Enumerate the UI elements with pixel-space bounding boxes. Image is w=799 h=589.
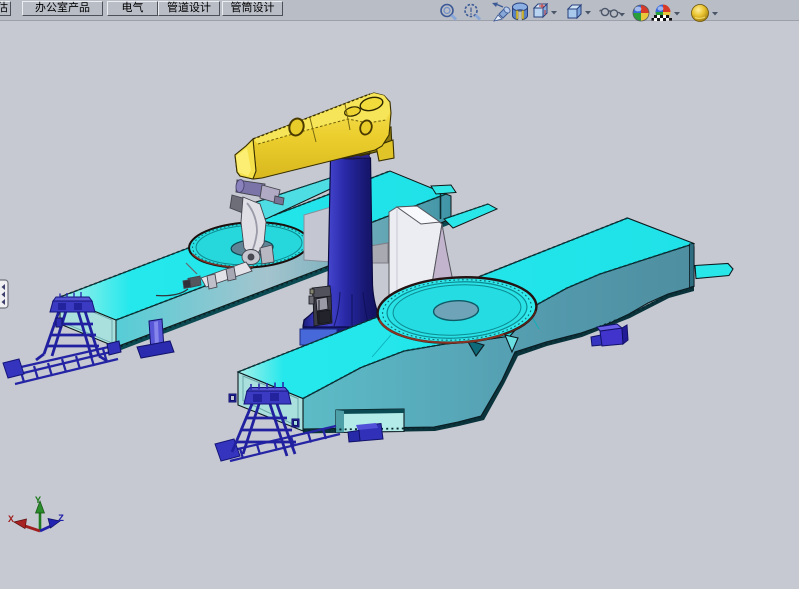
svg-text:X: X — [8, 515, 14, 526]
svg-text:Y: Y — [35, 496, 41, 507]
svg-text:Z: Z — [58, 514, 64, 525]
